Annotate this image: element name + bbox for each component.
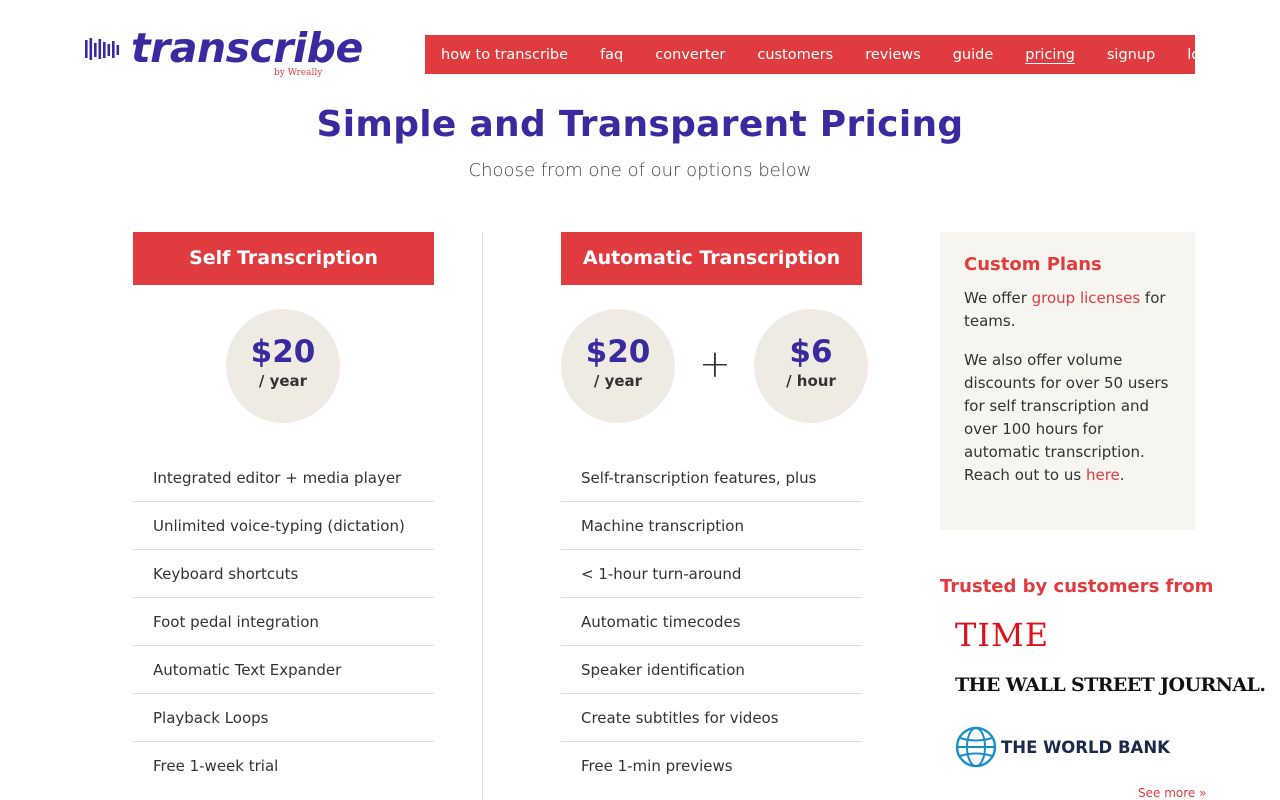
volume-discount-paragraph: We also offer volume discounts for over … bbox=[964, 349, 1171, 487]
feature-item: Self-transcription features, plus bbox=[561, 454, 862, 502]
feature-item: Integrated editor + media player bbox=[133, 454, 434, 502]
price-unit: / year bbox=[258, 372, 308, 390]
custom-plans-paragraph: We offer group licenses for teams. bbox=[964, 287, 1171, 333]
price-amount: $6 bbox=[789, 334, 833, 370]
feature-item: Free 1-min previews bbox=[581, 757, 733, 775]
wsj-logo: THE WALL STREET JOURNAL. bbox=[955, 674, 1266, 696]
price-badge-self-year: $20 / year bbox=[226, 309, 340, 423]
feature-item: Playback Loops bbox=[133, 694, 434, 742]
feature-item: Keyboard shortcuts bbox=[133, 550, 434, 598]
nav-faq[interactable]: faq bbox=[600, 47, 623, 63]
custom-plans-card: Custom Plans We offer group licenses for… bbox=[940, 232, 1195, 530]
brand-logo[interactable]: transcribe by Wreally bbox=[85, 24, 363, 83]
globe-icon bbox=[955, 726, 997, 768]
feature-item: Free 1-week trial bbox=[153, 757, 279, 775]
main-nav: how to transcribe faq converter customer… bbox=[425, 35, 1223, 74]
nav-how-to-transcribe[interactable]: how to transcribe bbox=[441, 47, 568, 63]
feature-item: Create subtitles for videos bbox=[561, 694, 862, 742]
price-badge-auto-year: $20 / year bbox=[561, 309, 675, 423]
trusted-title: Trusted by customers from bbox=[940, 576, 1214, 597]
text-fragment: We also offer volume discounts for over … bbox=[964, 351, 1169, 484]
group-licenses-link[interactable]: group licenses bbox=[1032, 289, 1141, 307]
page-title: Simple and Transparent Pricing bbox=[316, 104, 964, 145]
plan-self-features: Integrated editor + media player Unlimit… bbox=[133, 454, 434, 790]
brand-byline: by Wreally bbox=[274, 68, 323, 78]
nav-guide[interactable]: guide bbox=[953, 47, 994, 63]
feature-item: < 1-hour turn-around bbox=[561, 550, 862, 598]
plan-self-title: Self Transcription bbox=[133, 232, 434, 285]
price-amount: $20 bbox=[585, 334, 651, 370]
feature-item: Unlimited voice-typing (dictation) bbox=[133, 502, 434, 550]
see-more-link[interactable]: See more » bbox=[1138, 786, 1206, 800]
plan-auto-features: Self-transcription features, plus Machin… bbox=[561, 454, 862, 790]
plan-self-transcription: Self Transcription $20 / year Integrated… bbox=[133, 232, 434, 775]
feature-item: Automatic timecodes bbox=[561, 598, 862, 646]
plus-sign: + bbox=[699, 342, 731, 386]
plan-auto-title: Automatic Transcription bbox=[561, 232, 862, 285]
nav-pricing[interactable]: pricing bbox=[1025, 47, 1075, 63]
page-subtitle: Choose from one of our options below bbox=[468, 160, 812, 181]
plan-automatic-transcription: Automatic Transcription $20 / year $6 / … bbox=[561, 232, 868, 775]
world-bank-logo: THE WORLD BANK bbox=[955, 726, 1170, 768]
nav-login[interactable]: login bbox=[1187, 47, 1222, 63]
nav-reviews[interactable]: reviews bbox=[865, 47, 921, 63]
nav-customers[interactable]: customers bbox=[757, 47, 833, 63]
brand-name: transcribe bbox=[131, 24, 363, 72]
price-unit: / year bbox=[593, 372, 643, 390]
custom-plans-title: Custom Plans bbox=[964, 254, 1102, 275]
nav-signup[interactable]: signup bbox=[1107, 47, 1155, 63]
time-logo: TIME bbox=[955, 616, 1050, 654]
nav-converter[interactable]: converter bbox=[655, 47, 725, 63]
text-fragment: We offer bbox=[964, 289, 1032, 307]
price-badge-auto-hour: $6 / hour bbox=[754, 309, 868, 423]
text-fragment: . bbox=[1119, 466, 1125, 484]
feature-item: Speaker identification bbox=[561, 646, 862, 694]
contact-here-link[interactable]: here bbox=[1086, 466, 1120, 484]
feature-item: Automatic Text Expander bbox=[133, 646, 434, 694]
plan-divider bbox=[482, 232, 483, 800]
price-amount: $20 bbox=[250, 334, 316, 370]
sound-wave-icon bbox=[85, 38, 120, 60]
feature-item: Machine transcription bbox=[561, 502, 862, 550]
world-bank-text: THE WORLD BANK bbox=[1001, 737, 1170, 757]
price-unit: / hour bbox=[786, 372, 836, 390]
feature-item: Foot pedal integration bbox=[133, 598, 434, 646]
